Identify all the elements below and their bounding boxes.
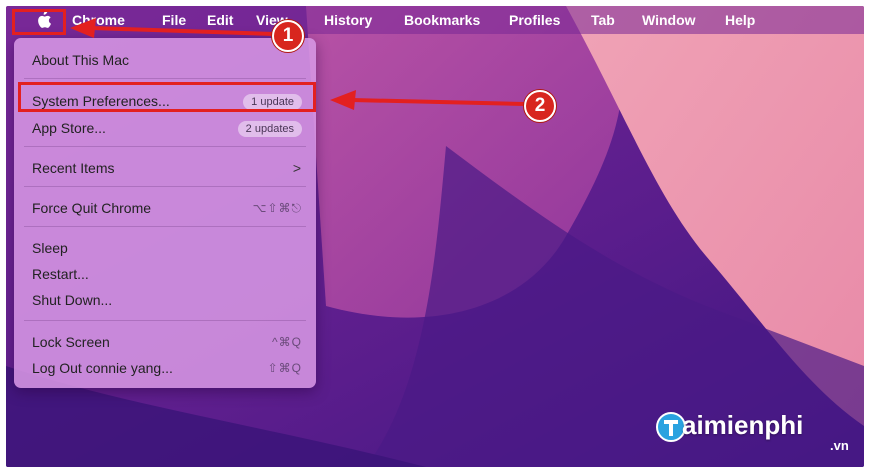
arrow-1-icon	[70, 18, 96, 38]
step-2-badge: 2	[524, 90, 556, 122]
screen: Chrome File Edit View History Bookmarks …	[6, 6, 864, 467]
watermark-text: aimienphi	[682, 410, 804, 440]
step-1-badge: 1	[272, 20, 304, 52]
watermark-suffix: .vn	[830, 438, 849, 453]
annotation-arrows	[70, 18, 525, 110]
arrow-2-icon	[330, 90, 356, 110]
